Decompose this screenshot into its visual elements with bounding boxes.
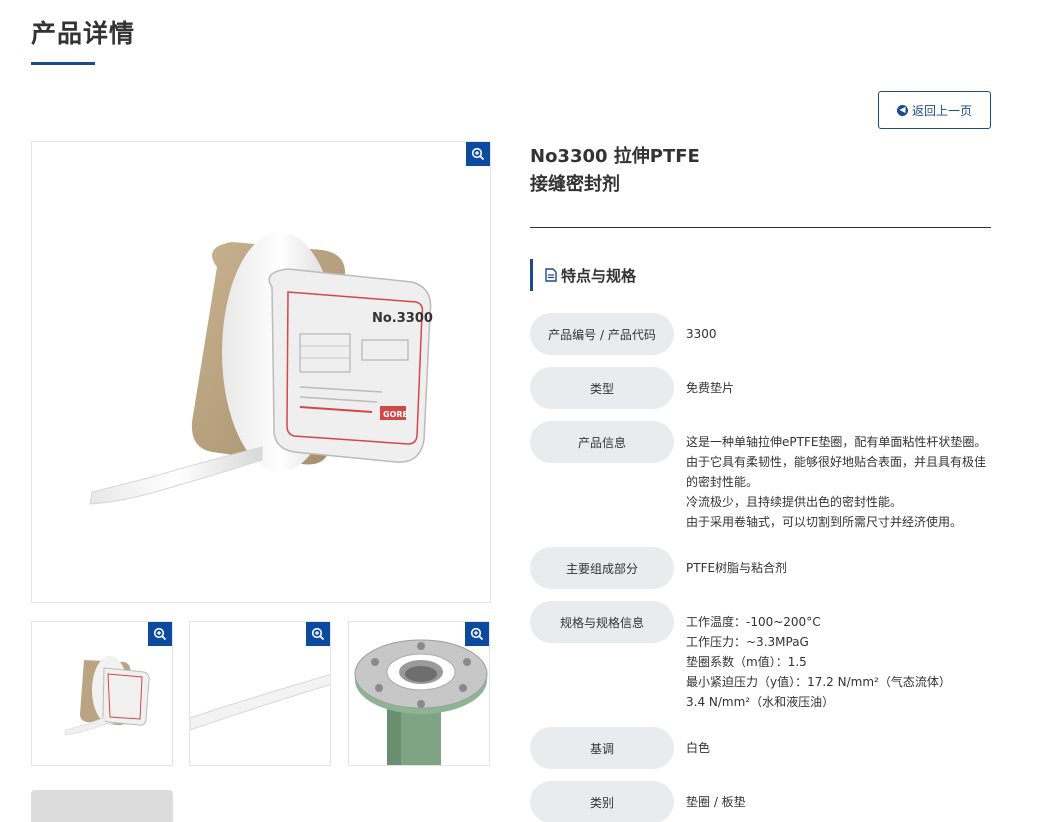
spool-label-brand: GORE [383,410,408,419]
divider [530,227,991,228]
spec-value-type: 免费垫片 [686,381,735,395]
zoom-in-icon[interactable] [148,622,172,646]
spec-value-info: 这是一种单轴拉伸ePTFE垫圈，配有单面粘性杆状垫圈。 由于它具有柔韧性，能够很… [686,435,987,529]
page-title: 产品详情 [31,19,136,48]
spec-label-info: 产品信息 [530,421,674,463]
zoom-in-icon[interactable] [306,622,330,646]
section-title: 特点与规格 [561,266,637,285]
spec-label-type: 类型 [530,367,674,409]
main-product-image[interactable]: No.3300 GORE [31,141,491,603]
spec-label-color: 基调 [530,727,674,769]
thumbnail-3[interactable] [348,621,490,766]
spec-value-category: 垫圈 / 板垫 [686,795,746,809]
title-underline [31,62,95,65]
back-button-label: 返回上一页 [911,103,972,118]
zoom-in-icon[interactable] [465,622,489,646]
spool-illustration: No.3300 GORE [89,232,433,505]
spec-label-composition: 主要组成部分 [530,547,674,589]
spec-label-code: 产品编号 / 产品代码 [530,313,674,355]
section-header: 特点与规格 [530,259,636,291]
spec-value-specification: 工作温度：-100~200°C 工作压力：~3.3MPaG 垫圈系数（m值）：1… [686,615,951,709]
arrow-left-circle-icon: ◀ [896,104,908,116]
spec-value-composition: PTFE树脂与粘合剂 [686,561,788,575]
spec-value-code: 3300 [686,327,717,341]
spool-label-title: No.3300 [372,311,433,326]
spec-label-category: 类别 [530,781,674,822]
product-name-line2: 接缝密封剂 [530,174,620,195]
thumbnail-2[interactable] [189,621,331,766]
document-icon [545,268,557,282]
spec-value-color: 白色 [686,741,711,755]
zoom-in-icon[interactable] [466,142,490,166]
product-name: No3300 拉伸PTFE 接缝密封剂 [530,143,700,199]
thumbnail-placeholder [31,790,173,822]
back-button[interactable]: ◀ 返回上一页 [878,91,991,129]
product-name-line1: No3300 拉伸PTFE [530,146,700,167]
spec-label-specification: 规格与规格信息 [530,601,674,643]
thumbnail-1[interactable] [31,621,173,766]
